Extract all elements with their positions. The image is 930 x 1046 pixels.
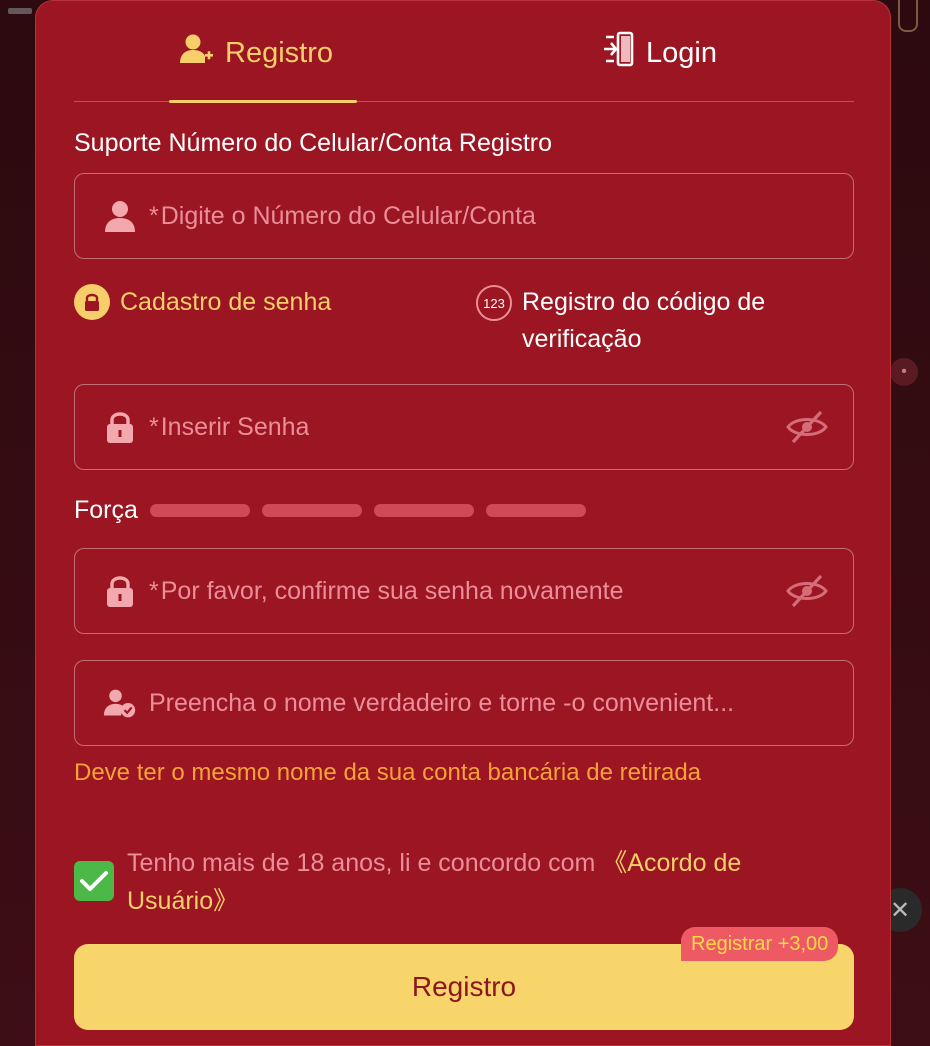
registration-method-options: Cadastro de senha 123 Registro do código… <box>74 284 854 364</box>
register-bonus-badge: Registrar +3,00 <box>681 927 839 961</box>
real-name-input[interactable]: Preencha o nome verdadeiro e torne -o co… <box>74 660 854 746</box>
tab-login-label: Login <box>646 36 717 69</box>
agreement-text: Tenho mais de 18 anos, li e concordo com… <box>127 844 827 920</box>
background-badge-fragment: • <box>890 358 918 386</box>
lock-badge-icon <box>74 284 110 320</box>
auth-tabs: Registro Login <box>74 1 854 103</box>
lock-icon <box>103 574 137 608</box>
password-input[interactable]: *Inserir Senha <box>74 384 854 470</box>
strength-label: Força <box>74 495 138 524</box>
tab-login[interactable]: Login <box>602 31 717 75</box>
active-tab-indicator <box>169 100 357 103</box>
background-badge-glyph-icon: • <box>901 363 907 380</box>
check-icon <box>80 871 108 891</box>
account-placeholder-text: Digite o Número do Celular/Conta <box>160 201 536 230</box>
confirm-password-input[interactable]: *Por favor, confirme sua senha novamente <box>74 548 854 634</box>
password-placeholder-text: Inserir Senha <box>160 412 310 441</box>
agreement-checkbox[interactable] <box>74 861 114 901</box>
option-password-register[interactable]: Cadastro de senha <box>74 284 331 320</box>
tab-register-label: Registro <box>225 36 333 69</box>
user-verified-icon <box>103 686 137 720</box>
code-123-icon: 123 <box>476 285 512 321</box>
account-input[interactable]: *Digite o Número do Celular/Conta <box>74 173 854 259</box>
password-placeholder: *Inserir Senha <box>149 413 309 442</box>
eye-hidden-icon[interactable] <box>785 571 829 611</box>
age-agreement: Tenho mais de 18 anos, li e concordo com… <box>74 844 854 920</box>
agreement-statement: Tenho mais de 18 anos, li e concordo com <box>127 849 603 877</box>
background-button-fragment <box>898 0 918 32</box>
required-mark: * <box>149 201 159 230</box>
login-door-icon <box>602 31 636 75</box>
option-password-label: Cadastro de senha <box>120 287 332 316</box>
confirm-placeholder-text: Por favor, confirme sua senha novamente <box>160 576 624 605</box>
lock-icon <box>103 410 137 444</box>
user-icon <box>103 199 137 233</box>
real-name-warning: Deve ter o mesmo nome da sua conta bancá… <box>74 759 702 786</box>
confirm-password-placeholder: *Por favor, confirme sua senha novamente <box>149 577 624 606</box>
strength-segment <box>485 503 586 517</box>
option-code-label: Registro do código de verificação <box>522 288 766 353</box>
option-code-register[interactable]: 123 Registro do código de verificação <box>476 284 822 358</box>
password-strength-meter: Força <box>74 493 854 527</box>
eye-hidden-icon[interactable] <box>785 407 829 447</box>
strength-segment <box>149 503 250 517</box>
strength-segment <box>373 503 474 517</box>
register-modal: Registro Login Suporte Número do Celular… <box>35 0 891 1046</box>
strength-segment <box>261 503 362 517</box>
required-mark: * <box>149 412 159 441</box>
background-menu-fragment <box>8 8 32 14</box>
tab-register[interactable]: Registro <box>179 31 333 75</box>
account-placeholder: *Digite o Número do Celular/Conta <box>149 202 536 231</box>
required-mark: * <box>149 576 159 605</box>
real-name-placeholder: Preencha o nome verdadeiro e torne -o co… <box>149 688 735 717</box>
add-user-icon <box>179 32 215 74</box>
support-label: Suporte Número do Celular/Conta Registro <box>74 129 553 157</box>
